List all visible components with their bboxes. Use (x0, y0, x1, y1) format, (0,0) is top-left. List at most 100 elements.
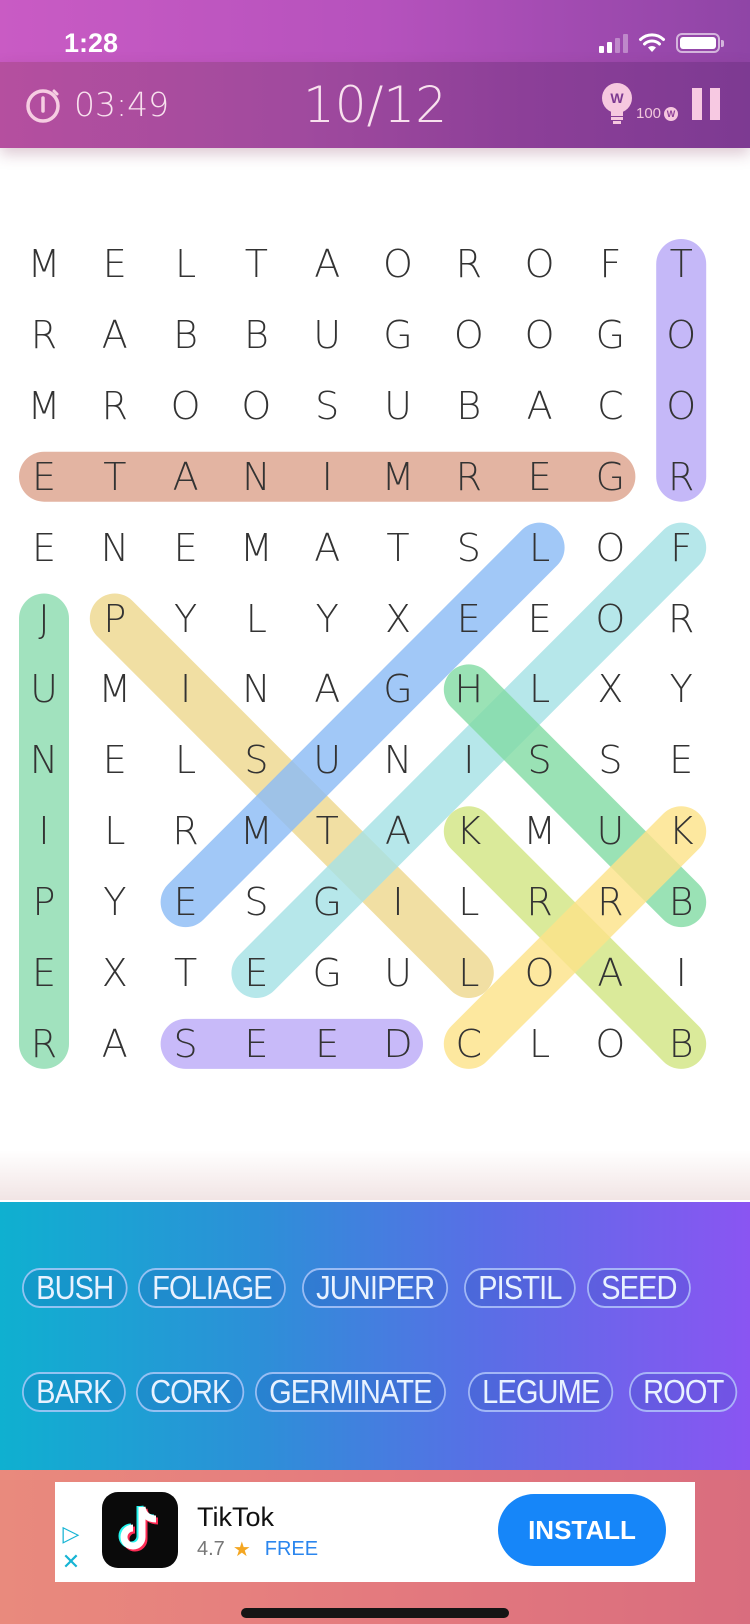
grid-letter[interactable]: M (368, 447, 428, 507)
grid-letter[interactable]: S (156, 1014, 216, 1074)
grid-letter[interactable]: G (580, 305, 640, 365)
tiktok-app-icon[interactable] (102, 1492, 178, 1568)
grid-letter[interactable]: T (156, 943, 216, 1003)
grid-letter[interactable]: M (510, 801, 570, 861)
grid-letter[interactable]: O (580, 1014, 640, 1074)
grid-letter[interactable]: B (156, 305, 216, 365)
grid-letter[interactable]: L (439, 872, 499, 932)
home-indicator[interactable] (241, 1608, 509, 1618)
grid-letter[interactable]: T (651, 234, 711, 294)
grid-letter[interactable]: X (368, 589, 428, 649)
grid-letter[interactable]: I (368, 872, 428, 932)
grid-letter[interactable]: L (156, 234, 216, 294)
grid-letter[interactable]: P (14, 872, 74, 932)
ad-banner[interactable]: ▷ ✕ TikTok 4.7 ★ FREE INSTALL (55, 1482, 695, 1582)
grid-letter[interactable]: L (439, 943, 499, 1003)
grid-letter[interactable]: G (368, 659, 428, 719)
grid-letter[interactable]: R (85, 376, 145, 436)
grid-letter[interactable]: P (85, 589, 145, 649)
grid-letter[interactable]: R (14, 305, 74, 365)
grid-letter[interactable]: Y (85, 872, 145, 932)
grid-letter[interactable]: R (156, 801, 216, 861)
grid-letter[interactable]: T (297, 801, 357, 861)
grid-letter[interactable]: T (85, 447, 145, 507)
grid-letter[interactable]: M (14, 376, 74, 436)
grid-letter[interactable]: U (368, 943, 428, 1003)
grid-letter[interactable]: B (226, 305, 286, 365)
grid-letter[interactable]: E (651, 730, 711, 790)
grid-letter[interactable]: D (368, 1014, 428, 1074)
grid-letter[interactable]: E (156, 872, 216, 932)
grid-letter[interactable]: B (651, 1014, 711, 1074)
grid-letter[interactable]: M (226, 801, 286, 861)
grid-letter[interactable]: R (14, 1014, 74, 1074)
grid-letter[interactable]: F (580, 234, 640, 294)
install-button[interactable]: INSTALL (498, 1494, 666, 1566)
grid-letter[interactable]: E (226, 943, 286, 1003)
grid-letter[interactable]: O (651, 376, 711, 436)
grid-letter[interactable]: T (368, 518, 428, 578)
grid-letter[interactable]: Y (651, 659, 711, 719)
grid-letter[interactable]: M (14, 234, 74, 294)
grid-letter[interactable]: K (439, 801, 499, 861)
close-ad-icon[interactable]: ✕ (59, 1548, 83, 1576)
grid-letter[interactable]: A (85, 1014, 145, 1074)
grid-letter[interactable]: T (226, 234, 286, 294)
grid-letter[interactable]: G (297, 872, 357, 932)
hint-button[interactable]: W 100 W (600, 82, 679, 126)
grid-letter[interactable]: S (226, 730, 286, 790)
grid-letter[interactable]: O (510, 943, 570, 1003)
grid-letter[interactable]: O (580, 518, 640, 578)
grid-letter[interactable]: Y (297, 589, 357, 649)
grid-letter[interactable]: O (510, 305, 570, 365)
grid-letter[interactable]: O (156, 376, 216, 436)
grid-letter[interactable]: H (439, 659, 499, 719)
grid-letter[interactable]: O (580, 589, 640, 649)
grid-letter[interactable]: L (510, 518, 570, 578)
grid-letter[interactable]: K (651, 801, 711, 861)
grid-letter[interactable]: X (580, 659, 640, 719)
grid-letter[interactable]: O (439, 305, 499, 365)
grid-letter[interactable]: R (651, 447, 711, 507)
grid-letter[interactable]: G (580, 447, 640, 507)
grid-letter[interactable]: M (226, 518, 286, 578)
grid-letter[interactable]: N (226, 659, 286, 719)
grid-letter[interactable]: E (85, 234, 145, 294)
grid-letter[interactable]: M (85, 659, 145, 719)
grid-letter[interactable]: L (85, 801, 145, 861)
grid-letter[interactable]: E (14, 447, 74, 507)
grid-letter[interactable]: U (297, 305, 357, 365)
grid-letter[interactable]: L (226, 589, 286, 649)
grid-letter[interactable]: C (439, 1014, 499, 1074)
grid-letter[interactable]: O (368, 234, 428, 294)
grid-letter[interactable]: E (439, 589, 499, 649)
grid-letter[interactable]: G (368, 305, 428, 365)
grid-letter[interactable]: L (156, 730, 216, 790)
grid-letter[interactable]: E (14, 518, 74, 578)
grid-letter[interactable]: N (85, 518, 145, 578)
grid-letter[interactable]: S (580, 730, 640, 790)
grid-letter[interactable]: A (297, 518, 357, 578)
grid-letter[interactable]: F (651, 518, 711, 578)
grid-letter[interactable]: I (439, 730, 499, 790)
grid-letter[interactable]: C (580, 376, 640, 436)
grid-letter[interactable]: N (368, 730, 428, 790)
grid-letter[interactable]: L (510, 1014, 570, 1074)
grid-letter[interactable]: G (297, 943, 357, 1003)
ad-choices[interactable]: ▷ ✕ (59, 1520, 83, 1576)
grid-letter[interactable]: E (14, 943, 74, 1003)
grid-letter[interactable]: O (226, 376, 286, 436)
grid-letter[interactable]: A (85, 305, 145, 365)
grid-letter[interactable]: I (651, 943, 711, 1003)
grid-letter[interactable]: S (439, 518, 499, 578)
grid-letter[interactable]: U (14, 659, 74, 719)
grid-letter[interactable]: U (580, 801, 640, 861)
grid-letter[interactable]: U (297, 730, 357, 790)
grid-letter[interactable]: O (651, 305, 711, 365)
grid-letter[interactable]: R (439, 447, 499, 507)
grid-letter[interactable]: R (510, 872, 570, 932)
grid-letter[interactable]: U (368, 376, 428, 436)
grid-letter[interactable]: A (510, 376, 570, 436)
grid-letter[interactable]: A (156, 447, 216, 507)
grid-letter[interactable]: S (297, 376, 357, 436)
